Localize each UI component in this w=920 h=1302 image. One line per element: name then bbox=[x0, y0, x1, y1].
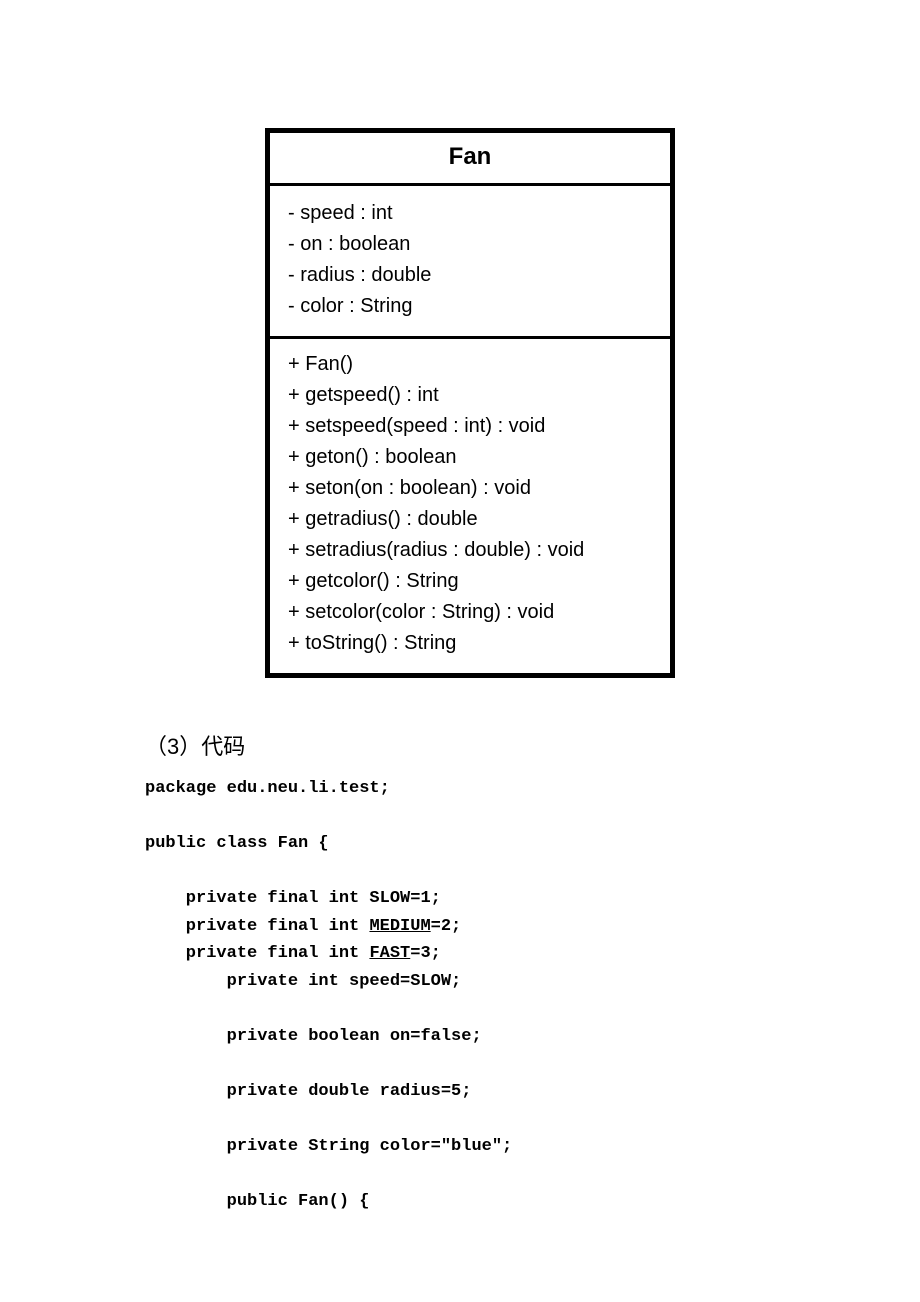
code-line: package edu.neu.li.test; bbox=[145, 779, 390, 798]
code-line: public class Fan { bbox=[145, 834, 329, 853]
uml-method: + setspeed(speed : int) : void bbox=[288, 411, 652, 442]
code-line: private String color="blue"; bbox=[145, 1137, 512, 1156]
uml-method: + setcolor(color : String) : void bbox=[288, 597, 652, 628]
code-line: private final int SLOW=1; bbox=[145, 889, 441, 908]
underlined-text: FAST bbox=[369, 944, 410, 963]
uml-method: + geton() : boolean bbox=[288, 442, 652, 473]
document-page: Fan - speed : int - on : boolean - radiu… bbox=[0, 0, 920, 1302]
uml-method: + getcolor() : String bbox=[288, 566, 652, 597]
uml-method: + Fan() bbox=[288, 349, 652, 380]
uml-method: + setradius(radius : double) : void bbox=[288, 535, 652, 566]
uml-class-name: Fan bbox=[270, 133, 670, 186]
uml-attribute: - speed : int bbox=[288, 198, 652, 229]
uml-attribute: - on : boolean bbox=[288, 229, 652, 260]
uml-method: + seton(on : boolean) : void bbox=[288, 473, 652, 504]
code-line: private final int FAST=3; bbox=[145, 944, 441, 963]
uml-attribute: - color : String bbox=[288, 291, 652, 322]
code-line: private final int MEDIUM=2; bbox=[145, 917, 461, 936]
code-line: private boolean on=false; bbox=[145, 1027, 482, 1046]
uml-method: + getradius() : double bbox=[288, 504, 652, 535]
uml-method: + toString() : String bbox=[288, 628, 652, 659]
code-line: private double radius=5; bbox=[145, 1082, 471, 1101]
uml-attributes-section: - speed : int - on : boolean - radius : … bbox=[270, 186, 670, 339]
section-heading: （3）代码 bbox=[145, 729, 245, 761]
uml-attribute: - radius : double bbox=[288, 260, 652, 291]
uml-methods-section: + Fan() + getspeed() : int + setspeed(sp… bbox=[270, 339, 670, 673]
uml-method: + getspeed() : int bbox=[288, 380, 652, 411]
underlined-text: MEDIUM bbox=[369, 917, 430, 936]
uml-class-diagram: Fan - speed : int - on : boolean - radiu… bbox=[265, 128, 675, 678]
code-block: package edu.neu.li.test; public class Fa… bbox=[145, 775, 512, 1216]
code-line: public Fan() { bbox=[145, 1192, 369, 1211]
code-line: private int speed=SLOW; bbox=[145, 972, 461, 991]
